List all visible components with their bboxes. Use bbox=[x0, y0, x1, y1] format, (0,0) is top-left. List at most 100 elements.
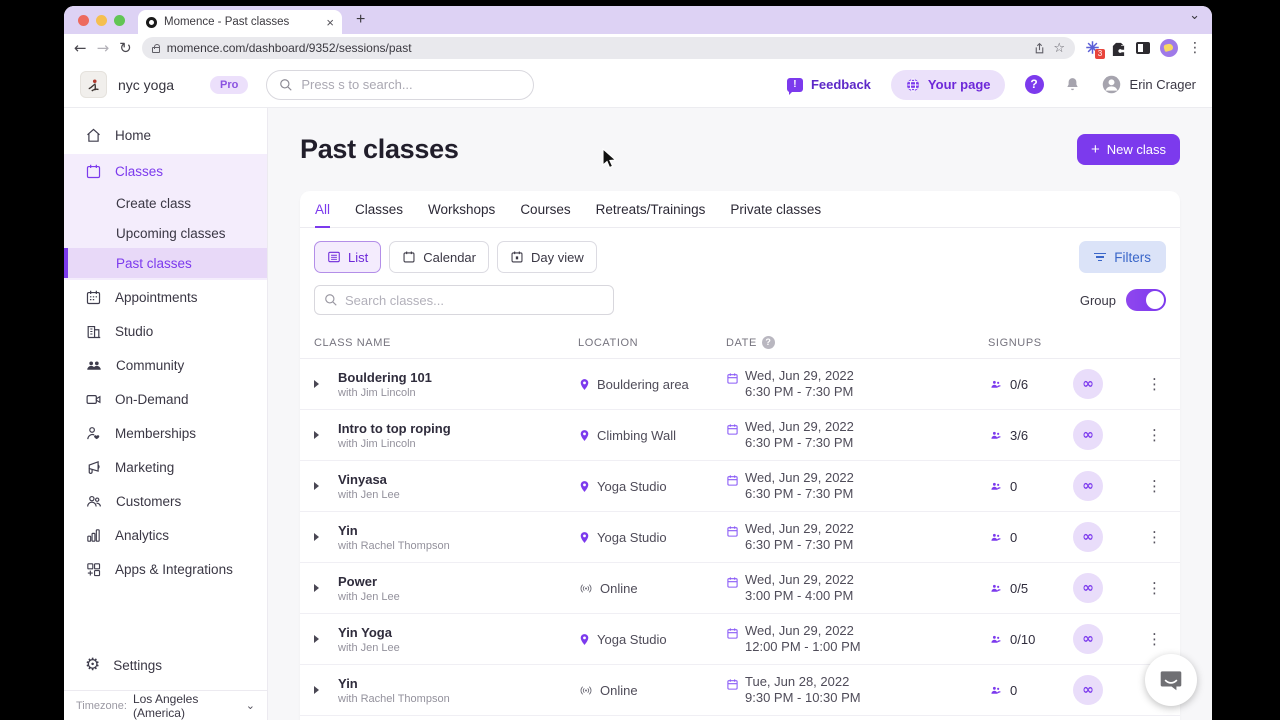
sidebar-item-analytics[interactable]: Analytics bbox=[64, 518, 267, 552]
browser-menu-icon[interactable]: ⋮ bbox=[1188, 40, 1202, 56]
new-tab-button[interactable]: + bbox=[356, 11, 365, 29]
filters-button[interactable]: Filters bbox=[1079, 241, 1166, 273]
back-button[interactable]: ← bbox=[74, 40, 87, 56]
row-menu-icon[interactable]: ⋮ bbox=[1147, 579, 1162, 597]
sidebar-item-marketing[interactable]: Marketing bbox=[64, 450, 267, 484]
chat-bubble-icon bbox=[1160, 671, 1182, 691]
extension-icon[interactable]: 3 bbox=[1085, 40, 1105, 59]
your-page-label: Your page bbox=[927, 77, 991, 92]
expand-caret-icon[interactable] bbox=[314, 635, 319, 643]
calendar-view-button[interactable]: Calendar bbox=[389, 241, 489, 273]
table-row[interactable]: Intro to top roping with Jim Lincoln Climb… bbox=[300, 410, 1180, 461]
row-menu-icon[interactable]: ⋮ bbox=[1147, 477, 1162, 495]
group-toggle[interactable] bbox=[1126, 289, 1166, 311]
browser-toolbar: ← → ↻ momence.com/dashboard/9352/session… bbox=[64, 34, 1212, 62]
tab-all[interactable]: All bbox=[315, 191, 331, 228]
global-search-input[interactable]: Press s to search... bbox=[266, 69, 535, 100]
tab-search-chevron-icon[interactable]: ⌄ bbox=[1189, 8, 1200, 23]
window-controls[interactable] bbox=[78, 14, 125, 26]
table-row[interactable]: Vinyasa with Jen Lee Yoga Studio Wed, Jun 2… bbox=[300, 461, 1180, 512]
sidebar-item-memberships[interactable]: Memberships bbox=[64, 416, 267, 450]
feedback-label: Feedback bbox=[810, 77, 871, 92]
help-icon[interactable]: ? bbox=[1024, 75, 1044, 94]
feedback-button[interactable]: ! Feedback bbox=[786, 77, 871, 95]
recurring-infinity-badge[interactable]: ∞ bbox=[1073, 624, 1103, 654]
your-page-button[interactable]: Your page bbox=[890, 69, 1005, 100]
recurring-infinity-badge[interactable]: ∞ bbox=[1073, 420, 1103, 450]
sidebar-item-create-class[interactable]: Create class bbox=[64, 188, 267, 218]
expand-caret-icon[interactable] bbox=[314, 584, 319, 592]
address-bar[interactable]: momence.com/dashboard/9352/sessions/past… bbox=[141, 37, 1075, 59]
tab-classes[interactable]: Classes bbox=[355, 191, 403, 227]
table-row[interactable]: Yin with Rachel Thompson Online Tue, Jun 28… bbox=[300, 665, 1180, 716]
sidebar-item-apps-integrations[interactable]: Apps & Integrations bbox=[64, 552, 267, 586]
browser-profile-avatar[interactable] bbox=[1160, 39, 1178, 57]
recurring-infinity-badge[interactable]: ∞ bbox=[1073, 573, 1103, 603]
recurring-infinity-badge[interactable]: ∞ bbox=[1073, 369, 1103, 399]
table-row[interactable]: Yin Yoga with Jen Lee Yoga Studio Wed, Jun … bbox=[300, 614, 1180, 665]
search-classes-input[interactable]: Search classes... bbox=[314, 285, 614, 315]
day-view-button[interactable]: Day view bbox=[497, 241, 597, 273]
close-tab-icon[interactable]: × bbox=[326, 15, 334, 30]
category-tabs: All Classes Workshops Courses Retreats/T… bbox=[300, 191, 1180, 228]
avatar bbox=[1102, 75, 1120, 94]
expand-caret-icon[interactable] bbox=[314, 431, 319, 439]
sidebar-item-community[interactable]: Community bbox=[64, 348, 267, 382]
table-row[interactable]: Power with Jen Lee Online Wed, Jun 29, 2022… bbox=[300, 563, 1180, 614]
close-window-button[interactable] bbox=[78, 14, 89, 26]
browser-window: Momence - Past classes × + ⌄ ← → ↻ momen… bbox=[64, 6, 1212, 720]
sidebar-item-studio[interactable]: Studio bbox=[64, 314, 267, 348]
row-menu-icon[interactable]: ⋮ bbox=[1147, 528, 1162, 546]
reload-button[interactable]: ↻ bbox=[119, 40, 132, 56]
user-menu[interactable]: Erin Crager bbox=[1101, 74, 1196, 95]
sidebar-item-appointments[interactable]: Appointments bbox=[64, 280, 267, 314]
tab-title: Momence - Past classes bbox=[164, 16, 290, 28]
row-menu-icon[interactable]: ⋮ bbox=[1147, 426, 1162, 444]
class-location: Yoga Studio bbox=[578, 479, 726, 494]
maximize-window-button[interactable] bbox=[114, 14, 125, 26]
expand-caret-icon[interactable] bbox=[314, 533, 319, 541]
table-row[interactable]: Yin with Rachel Thompson Yoga Studio Wed, J… bbox=[300, 512, 1180, 563]
sidebar-item-settings[interactable]: ⚙ Settings bbox=[64, 648, 267, 682]
tab-courses[interactable]: Courses bbox=[520, 191, 570, 227]
minimize-window-button[interactable] bbox=[96, 14, 107, 26]
table-row[interactable]: Bouldering 101 with Jim Lincoln Bouldering… bbox=[300, 359, 1180, 410]
pro-badge: Pro bbox=[210, 75, 249, 94]
timezone-selector[interactable]: Timezone: Los Angeles (America) ⌄ bbox=[64, 690, 267, 720]
chat-launcher-button[interactable] bbox=[1145, 654, 1197, 706]
expand-caret-icon[interactable] bbox=[314, 482, 319, 490]
extensions-puzzle-icon[interactable] bbox=[1111, 41, 1126, 56]
date-help-icon[interactable]: ? bbox=[761, 336, 775, 349]
sidebar-item-upcoming-classes[interactable]: Upcoming classes bbox=[64, 218, 267, 248]
browser-tab[interactable]: Momence - Past classes × bbox=[138, 10, 342, 34]
org-logo[interactable] bbox=[80, 71, 107, 98]
bookmark-star-icon[interactable]: ☆ bbox=[1053, 41, 1065, 56]
recurring-infinity-badge[interactable]: ∞ bbox=[1073, 471, 1103, 501]
expand-caret-icon[interactable] bbox=[314, 380, 319, 388]
class-name: Yin Yoga bbox=[338, 624, 392, 640]
expand-caret-icon[interactable] bbox=[314, 686, 319, 694]
row-menu-icon[interactable]: ⋮ bbox=[1147, 375, 1162, 393]
class-location: Online bbox=[578, 683, 726, 698]
sidebar-item-home[interactable]: Home bbox=[64, 118, 267, 152]
tab-private-classes[interactable]: Private classes bbox=[730, 191, 821, 227]
list-view-button[interactable]: List bbox=[314, 241, 382, 273]
column-class-name: CLASS NAME bbox=[314, 336, 391, 349]
notifications-bell-icon[interactable] bbox=[1064, 76, 1081, 93]
side-panel-icon[interactable] bbox=[1136, 42, 1150, 54]
row-menu-icon[interactable]: ⋮ bbox=[1147, 630, 1162, 648]
new-class-button[interactable]: + New class bbox=[1076, 134, 1180, 165]
recurring-infinity-badge[interactable]: ∞ bbox=[1073, 522, 1103, 552]
recurring-infinity-badge[interactable]: ∞ bbox=[1073, 675, 1103, 705]
tab-workshops[interactable]: Workshops bbox=[428, 191, 495, 227]
sidebar-item-on-demand[interactable]: On-Demand bbox=[64, 382, 267, 416]
sidebar-item-classes[interactable]: Classes bbox=[64, 154, 267, 188]
sidebar-item-customers[interactable]: Customers bbox=[64, 484, 267, 518]
sidebar-item-past-classes[interactable]: Past classes bbox=[64, 248, 267, 278]
tab-retreats-trainings[interactable]: Retreats/Trainings bbox=[596, 191, 706, 227]
share-icon[interactable] bbox=[1033, 42, 1046, 55]
filter-icon bbox=[1094, 251, 1107, 264]
column-location: LOCATION bbox=[578, 336, 639, 349]
forward-button[interactable]: → bbox=[97, 40, 110, 56]
apps-grid-icon bbox=[87, 562, 101, 576]
